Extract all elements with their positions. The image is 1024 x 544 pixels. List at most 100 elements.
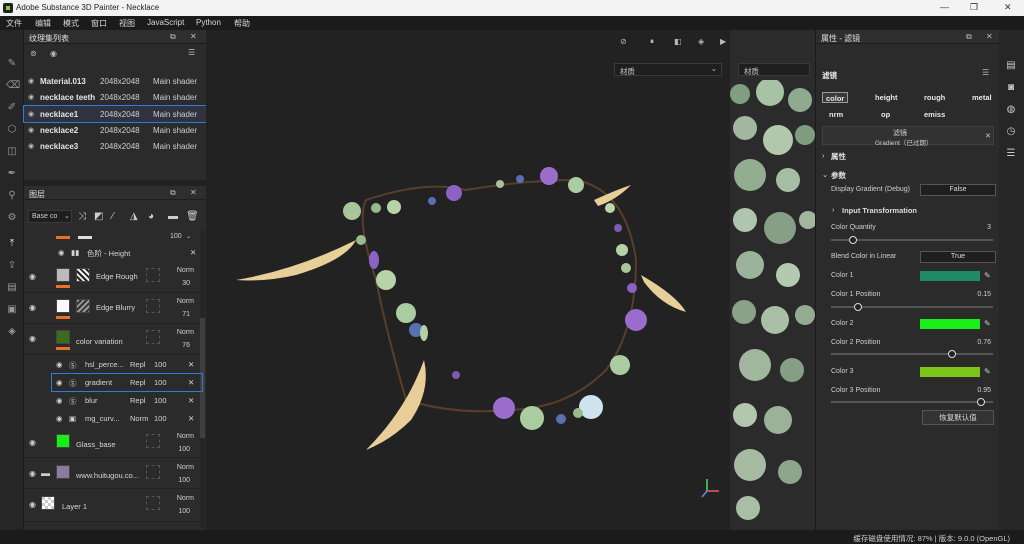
shader-icon[interactable]: ◍ xyxy=(1005,104,1017,116)
eraser-icon[interactable]: ⌫ xyxy=(6,80,20,92)
blend-linear-toggle[interactable]: True xyxy=(920,251,996,263)
projection-icon[interactable]: ✐ xyxy=(6,102,18,114)
close-panel-icon[interactable]: ✕ xyxy=(986,32,993,41)
menu-edit[interactable]: 编辑 xyxy=(35,18,51,29)
viewport-3d[interactable]: ⊘ ⏸ ◧ ◈ ▶ ✎ ◙ 材质 ⌄ xyxy=(206,30,773,530)
color2-position-value[interactable]: 0.76 xyxy=(977,339,991,346)
maximize-icon[interactable]: ❐ xyxy=(970,2,978,13)
close-icon[interactable]: ✕ xyxy=(985,132,991,140)
layer-row[interactable]: ◉ Edge Rough Norm 30 xyxy=(24,263,200,293)
slider-knob[interactable] xyxy=(849,236,858,244)
color2-position-slider[interactable] xyxy=(831,350,993,358)
close-icon[interactable]: ✕ xyxy=(188,360,194,369)
menu-python[interactable]: Python xyxy=(196,18,221,27)
eye-icon[interactable]: ◉ xyxy=(28,142,34,150)
menu-help[interactable]: 帮助 xyxy=(234,18,250,29)
layer-row[interactable]: ◉ color variation Norm 76 xyxy=(24,325,200,355)
effect-row[interactable]: ◉ ▣ mg_curv... Norm 100 ✕ xyxy=(52,410,202,427)
add-mask-icon[interactable]: ◩ xyxy=(94,211,103,222)
layer-opacity[interactable]: 100 xyxy=(178,508,190,515)
layer-row[interactable]: ◉ Layer 1 Norm 100 xyxy=(24,490,200,522)
effect-row[interactable]: ◉ Ⓢ hsl_perce... Repl 100 ✕ xyxy=(52,356,202,373)
menu-file[interactable]: 文件 xyxy=(6,18,22,29)
effect-blend[interactable]: Repl xyxy=(130,396,145,405)
filter-resource[interactable]: 滤镜 Gradient（已过期） ✕ xyxy=(822,126,994,147)
bake-icon[interactable]: ⚙ xyxy=(6,212,18,224)
channel-rough[interactable]: rough xyxy=(921,92,948,103)
channel-op[interactable]: op xyxy=(878,109,893,120)
menu-icon[interactable]: ☰ xyxy=(188,48,195,57)
eye-icon[interactable]: ◉ xyxy=(29,500,36,509)
input-transformation-section[interactable]: Input Transformation xyxy=(842,206,917,215)
eye-icon[interactable]: ◉ xyxy=(29,272,36,281)
display-gradient-toggle[interactable]: False xyxy=(920,184,996,196)
close-icon[interactable]: ✕ xyxy=(188,414,194,423)
layer-opacity[interactable]: 100 xyxy=(178,446,190,453)
chevron-right-icon[interactable]: › xyxy=(832,205,835,214)
layer-opacity[interactable]: 30 xyxy=(182,280,190,287)
folder-icon[interactable]: ▬ xyxy=(168,211,178,222)
eyedropper-icon[interactable]: ✎ xyxy=(984,319,991,328)
layer-opacity[interactable]: 100 xyxy=(178,477,190,484)
close-icon[interactable]: ✕ xyxy=(190,248,196,257)
eye-icon[interactable]: ◉ xyxy=(58,248,65,257)
layer-opacity[interactable]: 76 xyxy=(182,342,190,349)
channel-color[interactable]: color xyxy=(822,92,849,103)
log-icon[interactable]: ☰ xyxy=(1005,148,1017,160)
layer-folder-row[interactable]: ◉ ▬ www.huitugou.co... Norm 100 xyxy=(24,459,200,489)
undock-icon[interactable]: ⧉ xyxy=(170,32,176,42)
effect-blend[interactable]: Repl xyxy=(130,360,145,369)
effect-opacity[interactable]: 100 xyxy=(154,378,167,387)
layer-opacity[interactable]: 100 xyxy=(170,233,182,240)
layer-blend-mode[interactable]: Norm xyxy=(177,298,194,305)
eye-icon[interactable]: ◉ xyxy=(28,110,34,118)
add-layer-icon[interactable]: ◕ xyxy=(148,211,154,222)
chevron-right-icon[interactable]: › xyxy=(822,151,825,160)
layer-blend-mode[interactable]: Norm xyxy=(177,267,194,274)
share-icon[interactable]: ⇪ xyxy=(6,260,18,272)
color-quantity-value[interactable]: 3 xyxy=(987,224,991,231)
reset-defaults-button[interactable]: 恢复默认值 xyxy=(922,410,994,425)
channel-metal[interactable]: metal xyxy=(969,92,995,103)
texture-set-row[interactable]: ◉ Material.013 2048x2048 Main shader xyxy=(24,73,206,89)
history-icon[interactable]: ◷ xyxy=(1005,126,1017,138)
eye-icon[interactable]: ◉ xyxy=(56,378,63,387)
effect-blend[interactable]: Norm xyxy=(130,414,148,423)
eye-icon[interactable]: ◉ xyxy=(29,469,36,478)
layer-row[interactable]: ◉ Edge Blurry Norm 71 xyxy=(24,294,200,324)
display-settings-icon[interactable]: ◙ xyxy=(1005,82,1017,94)
document-icon[interactable]: ▣ xyxy=(6,304,18,316)
viewport-2d-mode-select[interactable]: 材质 xyxy=(738,63,810,76)
attributes-section[interactable]: 属性 xyxy=(831,151,846,162)
effect-row-selected[interactable]: ◉ Ⓢ gradient Repl 100 ✕ xyxy=(51,373,203,392)
add-fill-layer-icon[interactable]: ◮ xyxy=(130,211,138,222)
layer-blend-mode[interactable]: Norm xyxy=(177,495,194,502)
effect-opacity[interactable]: 100 xyxy=(154,414,167,423)
effect-blend[interactable]: Repl xyxy=(130,378,145,387)
eye-icon[interactable]: ◉ xyxy=(29,303,36,312)
add-effect-icon[interactable]: ⤨ xyxy=(78,211,86,222)
layer-row[interactable]: ◉ Glass_base Norm 100 xyxy=(24,428,200,458)
menu-mode[interactable]: 模式 xyxy=(63,18,79,29)
eye-icon[interactable]: ◉ xyxy=(50,49,57,58)
color1-position-value[interactable]: 0.15 xyxy=(977,291,991,298)
texture-set-row[interactable]: ◉ necklace2 2048x2048 Main shader xyxy=(24,122,206,138)
eyedropper-icon[interactable]: ✎ xyxy=(984,271,991,280)
undock-icon[interactable]: ⧉ xyxy=(966,32,972,42)
params-section[interactable]: 参数 xyxy=(831,170,846,181)
export-icon[interactable]: ⤒ xyxy=(6,238,18,250)
chevron-down-icon[interactable]: ⌄ xyxy=(822,170,828,179)
color3-position-value[interactable]: 0.95 xyxy=(977,387,991,394)
texture-set-row[interactable]: ◉ necklace3 2048x2048 Main shader xyxy=(24,138,206,154)
menu-window[interactable]: 窗口 xyxy=(91,18,107,29)
slider-knob[interactable] xyxy=(854,303,863,311)
close-panel-icon[interactable]: ✕ xyxy=(190,32,197,41)
eye-icon[interactable]: ◉ xyxy=(29,334,36,343)
smudge-icon[interactable]: ◫ xyxy=(6,146,18,158)
viewport-2d[interactable]: 材质 xyxy=(730,30,815,530)
eye-icon[interactable]: ◉ xyxy=(56,360,63,369)
color1-swatch[interactable] xyxy=(920,271,980,281)
layer-blend-mode[interactable]: Norm xyxy=(177,464,194,471)
eye-icon[interactable]: ◉ xyxy=(56,396,63,405)
channel-height[interactable]: height xyxy=(872,92,901,103)
